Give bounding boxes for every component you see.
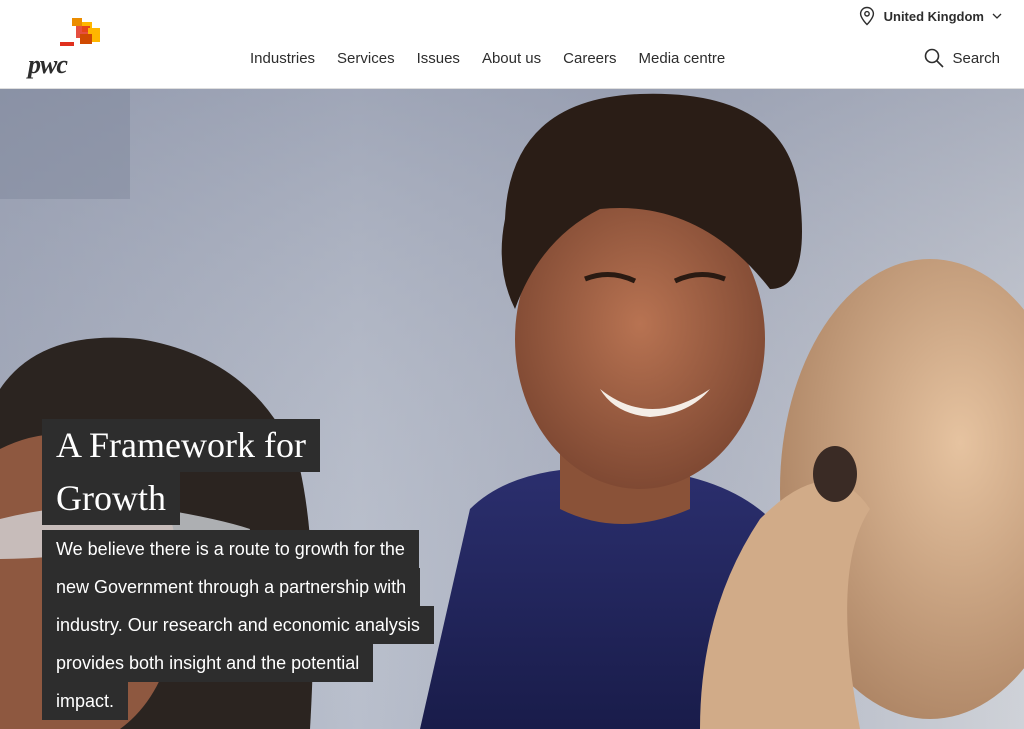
hero-description-line-1: We believe there is a route to growth fo… [42,530,419,568]
country-label: United Kingdom [883,8,984,24]
hero-title-line-1: A Framework for [42,419,320,472]
hero-title: A Framework for Growth [42,419,320,525]
nav-about-us[interactable]: About us [482,48,541,69]
hero-banner: A Framework for Growth We believe there … [0,89,1024,729]
hero-description-line-4: provides both insight and the potential [42,644,374,682]
nav-careers[interactable]: Careers [563,48,616,69]
hero-description: We believe there is a route to growth fo… [42,530,502,720]
country-selector[interactable]: United Kingdom [858,6,1002,26]
search-label: Search [952,49,1000,67]
logo-mark-icon [60,18,100,46]
main-nav: Industries Services Issues About us Care… [250,48,725,69]
logo-text: pwc [28,50,68,79]
hero-description-line-3: industry. Our research and economic anal… [42,606,434,644]
hero-title-line-2: Growth [42,472,180,525]
pwc-logo[interactable]: pwc [28,18,108,80]
nav-issues[interactable]: Issues [417,48,460,69]
search-icon [925,48,945,68]
nav-industries[interactable]: Industries [250,48,315,69]
chevron-down-icon [992,13,1002,19]
hero-description-line-2: new Government through a partnership wit… [42,568,421,606]
hero-description-line-5: impact. [42,682,129,720]
location-pin-icon [859,6,874,26]
nav-services[interactable]: Services [337,48,395,69]
nav-media-centre[interactable]: Media centre [639,48,726,69]
site-header: pwc United Kingdom Industries Services I… [0,0,1024,89]
search-button[interactable]: Search [924,48,1000,68]
